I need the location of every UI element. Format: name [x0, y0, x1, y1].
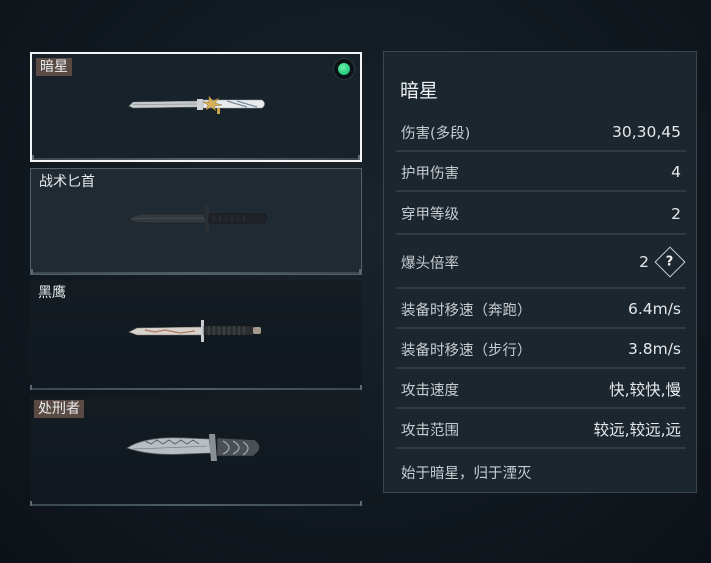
card-underline [30, 501, 362, 506]
stat-value: 2 [639, 253, 649, 271]
weapon-name: 战术匕首 [39, 174, 95, 190]
help-glyph: ? [666, 254, 674, 270]
stat-value: 30,30,45 [611, 123, 681, 141]
stat-row-armor-damage: 护甲伤害 4 [396, 154, 686, 192]
stat-row-attack-range: 攻击范围 较远,较远,远 [396, 411, 686, 449]
stat-value: 快,较快,慢 [609, 381, 681, 399]
tactical-dagger-icon [127, 206, 267, 232]
stat-value-group: 2 ? [639, 246, 686, 278]
equipped-indicator-icon [334, 59, 354, 79]
weapon-name: 黑鹰 [38, 285, 66, 301]
stat-label: 攻击速度 [401, 382, 459, 399]
weapon-description: 始于暗星，归于湮灭 [401, 466, 532, 482]
stat-row-attack-speed: 攻击速度 快,较快,慢 [396, 371, 686, 409]
stat-row-damage: 伤害(多段) 30,30,45 [396, 114, 686, 152]
stat-row-headshot-multiplier: 爆头倍率 2 ? [396, 237, 686, 289]
weapon-card-executioner[interactable]: 处刑者 [30, 396, 362, 506]
help-icon[interactable]: ? [654, 246, 686, 278]
card-underline [32, 155, 360, 160]
weapon-name: 暗星 [36, 58, 72, 76]
stat-label: 穿甲等级 [401, 207, 459, 223]
weapon-stats-panel: 暗星 伤害(多段) 30,30,45 护甲伤害 4 穿甲等级 2 爆头倍率 2 … [383, 51, 697, 493]
stat-value: 3.8m/s [627, 340, 681, 358]
stat-label: 装备时移速（步行） [401, 342, 532, 359]
card-underline [31, 269, 361, 274]
stat-label: 护甲伤害 [401, 165, 459, 182]
stat-label: 伤害(多段) [401, 125, 471, 142]
blackhawk-knife-icon [128, 320, 261, 342]
knife-darkstar-icon [128, 95, 265, 114]
executioner-knife-icon [126, 434, 260, 461]
panel-title: 暗星 [400, 80, 439, 102]
card-underline [30, 385, 362, 390]
stat-row-move-speed-run: 装备时移速（奔跑） 6.4m/s [396, 291, 686, 329]
stat-value: 4 [671, 163, 681, 181]
weapon-card-blackhawk[interactable]: 黑鹰 [30, 280, 362, 390]
weapon-card-tactical-dagger[interactable]: 战术匕首 [30, 168, 362, 275]
weapon-card-darkstar[interactable]: 暗星 [30, 52, 362, 162]
stat-label: 攻击范围 [401, 422, 459, 439]
stat-label: 装备时移速（奔跑） [401, 302, 532, 319]
stat-value: 较远,较远,远 [593, 421, 681, 439]
stat-row-penetration-level: 穿甲等级 2 [396, 194, 686, 235]
stat-label: 爆头倍率 [401, 255, 459, 272]
weapon-name: 处刑者 [34, 400, 84, 418]
stat-value: 6.4m/s [627, 300, 681, 318]
stat-row-move-speed-walk: 装备时移速（步行） 3.8m/s [396, 331, 686, 369]
stat-value: 2 [671, 204, 681, 223]
